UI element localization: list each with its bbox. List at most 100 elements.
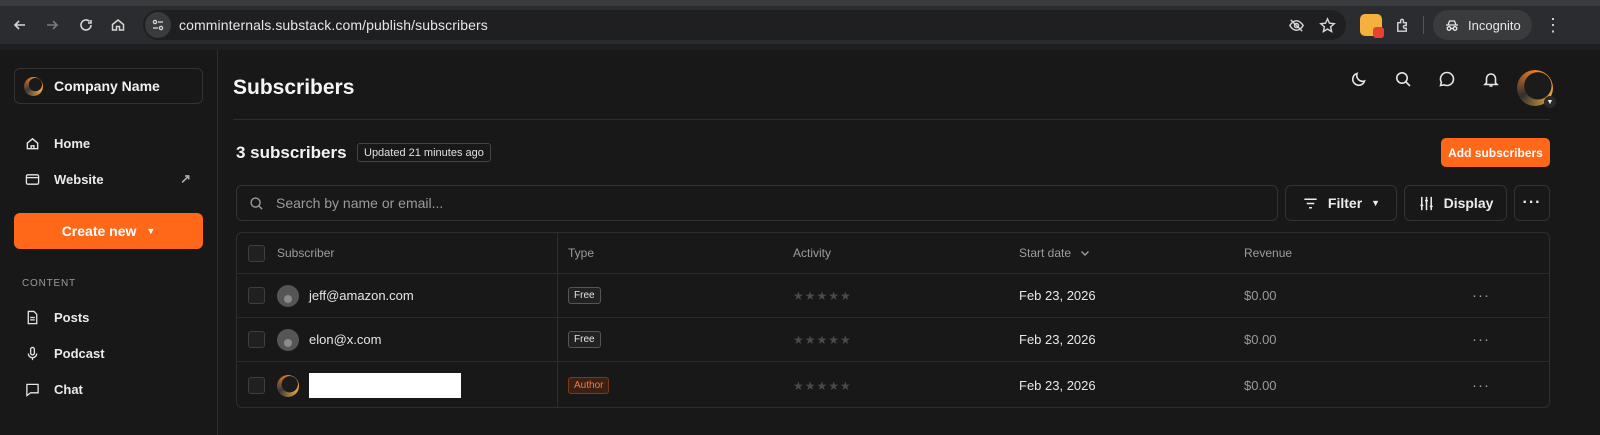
- subscriber-email[interactable]: jeff@amazon.com: [309, 288, 414, 303]
- more-horizontal-icon: ···: [1522, 194, 1542, 211]
- filter-button[interactable]: Filter ▼: [1285, 185, 1397, 221]
- row-checkbox[interactable]: [248, 331, 265, 348]
- row-more-icon[interactable]: ···: [1472, 318, 1490, 361]
- site-info-button[interactable]: [145, 12, 171, 38]
- sidebar-item-home[interactable]: Home: [14, 128, 203, 158]
- sliders-icon: [1419, 196, 1433, 210]
- row-checkbox-cell: [248, 318, 265, 361]
- sidebar-item-posts[interactable]: Posts: [14, 302, 203, 332]
- create-new-button[interactable]: Create new ▼: [14, 213, 203, 249]
- sidebar-item-website[interactable]: Website ↗: [14, 164, 203, 194]
- sidebar-item-label: Website: [54, 171, 104, 187]
- browser-toolbar: comminternals.substack.com/publish/subsc…: [0, 6, 1600, 44]
- browser-menu-button[interactable]: ⋮: [1538, 10, 1568, 40]
- reload-button[interactable]: [71, 10, 101, 40]
- website-icon: [25, 173, 40, 185]
- chat-bubble-icon[interactable]: [1438, 70, 1456, 88]
- star-icon[interactable]: [1319, 16, 1336, 34]
- eye-off-icon[interactable]: [1288, 17, 1305, 34]
- company-name: Company Name: [54, 78, 160, 94]
- subscriber-count: 3 subscribers: [236, 143, 347, 162]
- activity-stars: ★★★★★: [793, 288, 852, 303]
- sidebar-item-podcast[interactable]: Podcast: [14, 338, 203, 368]
- home-icon: [111, 19, 125, 31]
- header-start-date[interactable]: Start date: [1019, 233, 1091, 273]
- incognito-label: Incognito: [1468, 17, 1521, 33]
- moon-icon[interactable]: [1350, 70, 1368, 88]
- company-logo: [24, 76, 43, 96]
- subscriber-cell: jeff@amazon.com: [277, 274, 414, 317]
- header-subscriber[interactable]: Subscriber: [277, 233, 334, 273]
- select-all-checkbox[interactable]: [248, 244, 265, 262]
- table-row[interactable]: elon@x.com Free ★★★★★ Feb 23, 2026 $0.00…: [237, 318, 1549, 362]
- row-checkbox[interactable]: [248, 377, 265, 394]
- header-activity[interactable]: Activity: [793, 233, 831, 273]
- chevron-down-icon: [1081, 251, 1090, 256]
- table-row[interactable]: Author ★★★★★ Feb 23, 2026 $0.00 ···: [237, 362, 1549, 407]
- subscriber-email[interactable]: elon@x.com: [309, 332, 381, 347]
- header-actions: [1350, 70, 1500, 88]
- tune-icon: [152, 19, 164, 31]
- type-badge: Free: [568, 331, 601, 348]
- row-more-icon[interactable]: ···: [1472, 362, 1490, 407]
- sidebar-item-label: Podcast: [54, 345, 105, 361]
- sidebar: Company Name Home Website ↗ Create new ▼…: [0, 50, 218, 435]
- display-label: Display: [1443, 195, 1494, 211]
- posts-icon: [27, 310, 38, 324]
- external-link-icon: ↗: [180, 171, 191, 186]
- bell-icon[interactable]: [1482, 70, 1500, 88]
- search-field[interactable]: [236, 185, 1278, 221]
- select-all-cell: [248, 233, 265, 273]
- toolbar-divider: [1423, 16, 1424, 34]
- row-more-icon[interactable]: ···: [1472, 274, 1490, 317]
- more-vertical-icon: ⋮: [1544, 14, 1562, 35]
- add-subscribers-button[interactable]: Add subscribers: [1441, 138, 1550, 167]
- avatar: [277, 284, 299, 307]
- address-bar[interactable]: comminternals.substack.com/publish/subsc…: [143, 10, 1346, 40]
- header-divider: [233, 119, 1550, 120]
- caret-down-icon[interactable]: ▼: [1544, 96, 1556, 108]
- display-button[interactable]: Display: [1404, 185, 1507, 221]
- sidebar-item-label: Posts: [54, 309, 90, 325]
- subscriber-cell: [277, 362, 461, 407]
- arrow-left-icon: [13, 20, 25, 30]
- caret-down-icon: ▼: [146, 226, 156, 236]
- avatar: [277, 374, 299, 397]
- start-date: Feb 23, 2026: [1019, 332, 1096, 347]
- updated-badge: Updated 21 minutes ago: [357, 143, 491, 162]
- search-icon[interactable]: [1394, 70, 1412, 88]
- company-switcher[interactable]: Company Name: [14, 68, 203, 104]
- more-options-button[interactable]: ···: [1514, 185, 1550, 221]
- search-icon: [250, 196, 263, 210]
- incognito-indicator[interactable]: Incognito: [1433, 10, 1532, 40]
- header-type[interactable]: Type: [568, 233, 594, 273]
- revenue: $0.00: [1244, 288, 1277, 303]
- row-checkbox[interactable]: [248, 287, 265, 304]
- table-row[interactable]: jeff@amazon.com Free ★★★★★ Feb 23, 2026 …: [237, 274, 1549, 318]
- row-checkbox-cell: [248, 362, 265, 407]
- type-cell: Free: [568, 318, 601, 361]
- row-checkbox-cell: [248, 274, 265, 317]
- table-header-row: Subscriber Type Activity Start date Reve…: [237, 233, 1549, 274]
- content-section-label: CONTENT: [22, 278, 76, 289]
- sidebar-item-chat[interactable]: Chat: [14, 374, 203, 404]
- subscribers-table: Subscriber Type Activity Start date Reve…: [236, 232, 1550, 408]
- home-browser-button[interactable]: [103, 10, 133, 40]
- url-text: comminternals.substack.com/publish/subsc…: [179, 17, 488, 33]
- chat-icon: [26, 383, 39, 397]
- search-input[interactable]: [276, 195, 1176, 211]
- arrow-right-icon: [47, 20, 59, 30]
- type-cell: Author: [568, 362, 610, 407]
- revenue: $0.00: [1244, 378, 1277, 393]
- header-revenue[interactable]: Revenue: [1244, 233, 1292, 273]
- type-badge: Free: [568, 287, 601, 304]
- puzzle-icon[interactable]: [1394, 17, 1411, 34]
- sidebar-item-label: Home: [54, 135, 91, 151]
- forward-button[interactable]: [37, 10, 67, 40]
- header-start-date-label: Start date: [1019, 246, 1072, 260]
- create-new-label: Create new: [61, 223, 137, 239]
- back-button[interactable]: [5, 10, 35, 40]
- redacted-email: [309, 373, 461, 398]
- extension-icon[interactable]: [1360, 14, 1384, 38]
- page-title: Subscribers: [233, 76, 355, 99]
